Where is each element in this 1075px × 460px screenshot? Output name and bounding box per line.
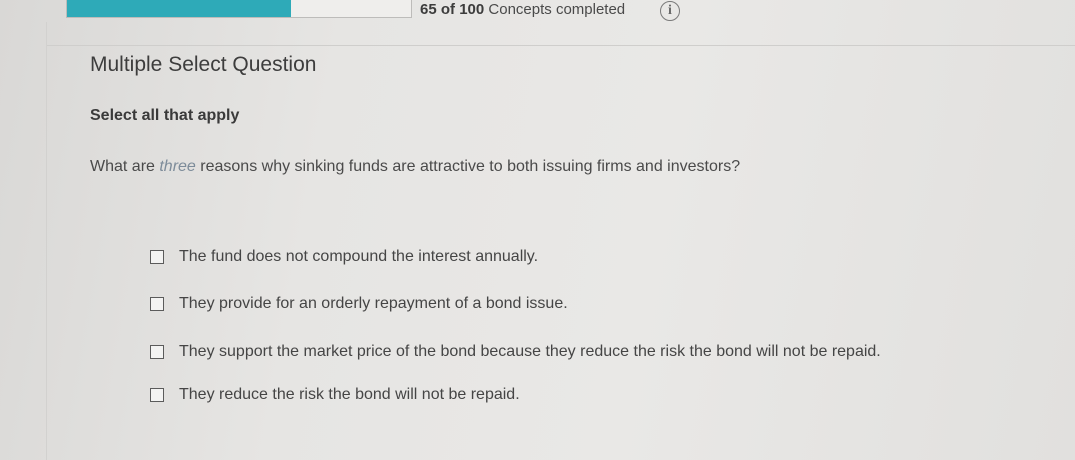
question-instructions: Select all that apply: [90, 107, 240, 124]
answer-option-label: They provide for an orderly repayment of…: [179, 295, 568, 312]
progress-of-label: of: [440, 1, 456, 18]
question-prompt-start: What are: [90, 158, 160, 175]
answer-checkbox[interactable]: [150, 388, 164, 402]
progress-suffix: Concepts completed: [488, 1, 626, 18]
progress-completed-count: 65: [420, 1, 437, 18]
answer-checkbox[interactable]: [150, 297, 164, 311]
progress-bar: [66, 0, 412, 18]
answer-option-label: They reduce the risk the bond will not b…: [179, 386, 520, 403]
answer-option[interactable]: The fund does not compound the interest …: [150, 248, 538, 266]
content-left-border: [46, 22, 47, 460]
progress-header: 65 of 100 Concepts completed i: [0, 0, 1075, 22]
question-prompt-end: reasons why sinking funds are attractive…: [195, 158, 741, 175]
answer-option[interactable]: They reduce the risk the bond will not b…: [150, 386, 520, 404]
answer-checkbox[interactable]: [150, 250, 164, 264]
progress-text: 65 of 100 Concepts completed: [420, 1, 625, 18]
info-icon[interactable]: i: [660, 1, 680, 21]
answer-option[interactable]: They support the market price of the bon…: [150, 343, 881, 361]
question-type-heading: Multiple Select Question: [90, 53, 317, 76]
progress-total-count: 100: [459, 1, 485, 18]
progress-bar-fill: [67, 0, 291, 17]
answer-option[interactable]: They provide for an orderly repayment of…: [150, 295, 568, 313]
answer-checkbox[interactable]: [150, 345, 164, 359]
answer-option-label: The fund does not compound the interest …: [179, 248, 539, 265]
question-prompt: What are three reasons why sinking funds…: [90, 158, 740, 176]
question-prompt-emphasis: three: [159, 158, 196, 175]
answer-option-label: They support the market price of the bon…: [179, 343, 881, 360]
header-divider: [46, 45, 1075, 46]
